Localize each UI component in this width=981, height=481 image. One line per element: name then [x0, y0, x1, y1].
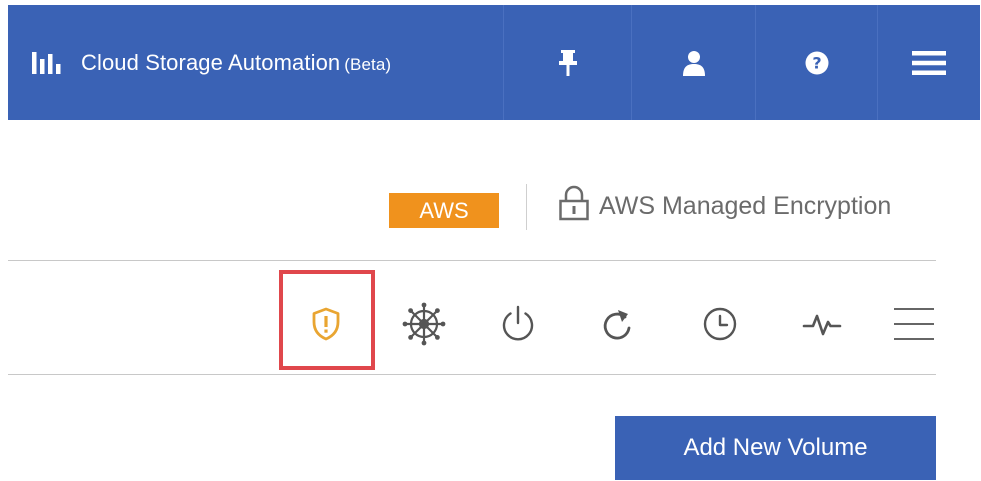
user-icon	[682, 50, 705, 76]
pin-button[interactable]	[503, 5, 631, 120]
power-button[interactable]	[490, 296, 546, 352]
refresh-button[interactable]	[590, 296, 646, 352]
add-new-volume-button[interactable]: Add New Volume	[615, 416, 936, 480]
encryption-label: AWS Managed Encryption	[599, 191, 892, 220]
provider-badge: AWS	[389, 193, 499, 228]
monitoring-button[interactable]	[794, 296, 850, 352]
power-icon	[502, 305, 534, 341]
encryption-info: AWS Managed Encryption	[558, 181, 891, 231]
help-icon: ?	[805, 51, 828, 74]
hamburger-menu-icon	[912, 50, 946, 75]
more-options-button[interactable]	[892, 296, 936, 352]
page: Cloud Storage Automation (Beta) ? AWS AW…	[0, 0, 981, 481]
provider-divider	[526, 184, 527, 230]
help-button[interactable]: ?	[755, 5, 877, 120]
security-alert-button[interactable]	[298, 296, 354, 352]
app-title-suffix: (Beta)	[344, 54, 392, 74]
app-brand: Cloud Storage Automation (Beta)	[8, 5, 503, 120]
app-title: Cloud Storage Automation (Beta)	[81, 50, 391, 76]
main-menu-button[interactable]	[877, 5, 980, 120]
app-title-text: Cloud Storage Automation	[81, 49, 341, 75]
shield-alert-icon	[312, 307, 340, 341]
user-button[interactable]	[631, 5, 755, 120]
menu-icon	[894, 308, 934, 340]
clock-icon	[703, 307, 737, 341]
bar-chart-icon	[32, 51, 61, 74]
kubernetes-icon	[402, 302, 446, 346]
pin-icon	[558, 49, 577, 76]
kubernetes-button[interactable]	[396, 296, 452, 352]
top-header-bar: Cloud Storage Automation (Beta) ?	[8, 5, 980, 120]
pulse-icon	[802, 314, 842, 336]
lock-icon	[559, 185, 589, 221]
refresh-icon	[603, 310, 631, 340]
separator-top	[8, 260, 936, 261]
separator-bottom	[8, 374, 936, 375]
schedule-button[interactable]	[692, 296, 748, 352]
svg-text:?: ?	[812, 53, 821, 72]
